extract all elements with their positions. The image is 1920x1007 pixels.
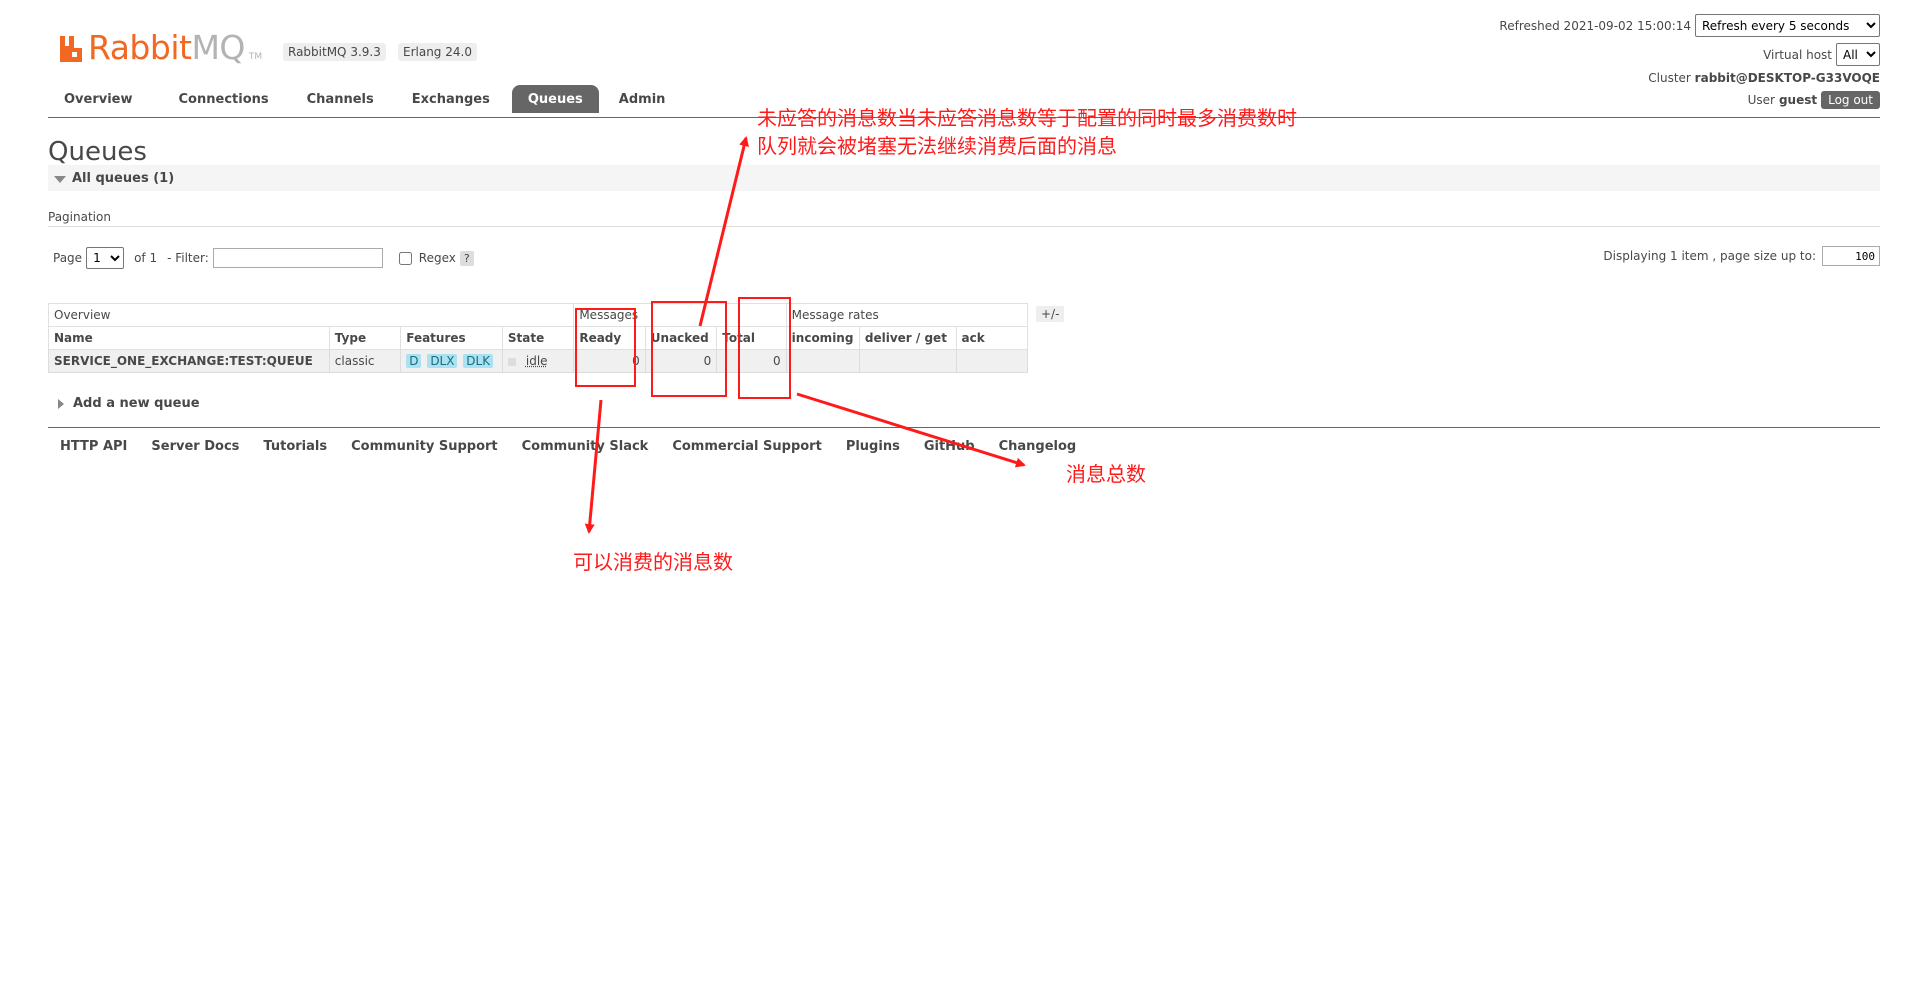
arrow-to-total-note: [796, 392, 1026, 468]
annotation-total: 消息总数: [1066, 462, 1146, 486]
arrow-to-unacked-note: [698, 136, 749, 327]
annotation-unacked-line2: 队列就会被堵塞无法继续消费后面的消息: [757, 134, 1117, 158]
arrow-to-ready-note: [584, 399, 603, 534]
annotation-unacked-line1: 未应答的消息数当未应答消息数等于配置的同时最多消费数时: [757, 106, 1297, 130]
annotation-ready: 可以消费的消息数: [573, 550, 733, 574]
